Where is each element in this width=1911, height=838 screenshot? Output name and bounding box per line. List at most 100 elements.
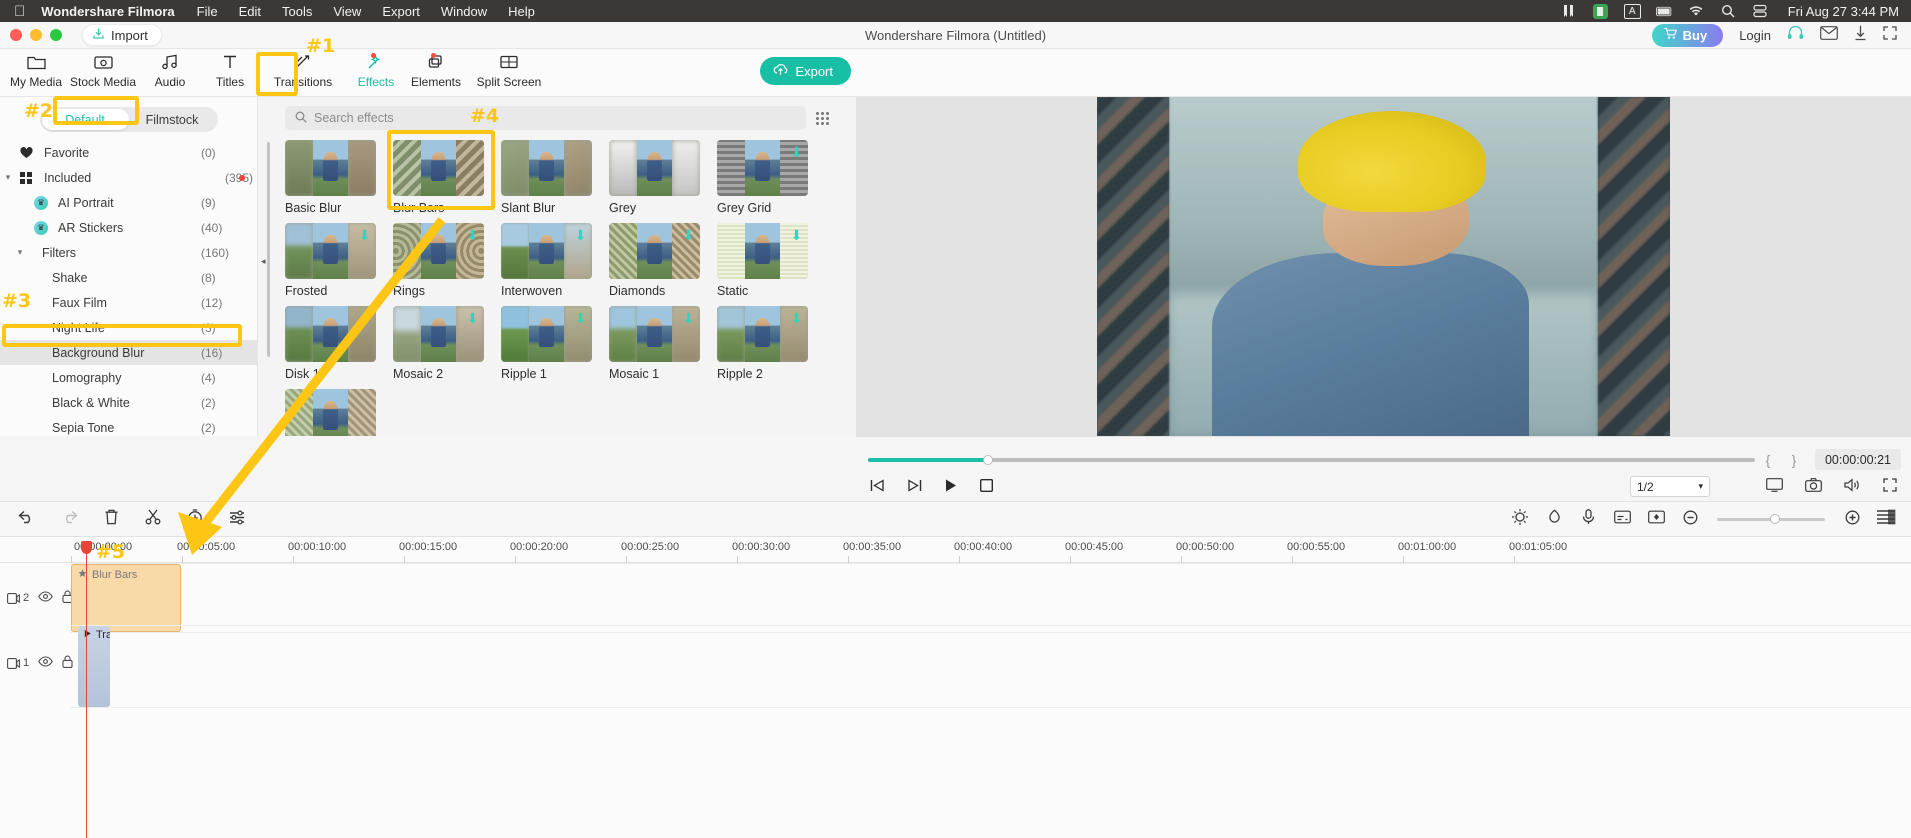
buy-button[interactable]: Buy [1651,23,1724,47]
snapshot-screen-icon[interactable] [1766,478,1783,495]
sidebar-item-lomography[interactable]: Lomography (4) [0,365,257,390]
tab-audio[interactable]: Audio [140,49,200,89]
download-icon[interactable]: ⬇ [358,228,371,243]
search-icon[interactable] [1720,4,1737,19]
segment-filmstock[interactable]: Filmstock [129,109,216,130]
effect-card-frosted[interactable]: ⬇ Frosted [285,223,379,298]
mark-out-button[interactable]: } [1781,452,1807,468]
playback-progress-handle[interactable] [982,454,993,465]
timeline-video-clip[interactable]: Tra [78,626,110,707]
redo-icon[interactable] [48,510,90,528]
effects-panel-scrollbar[interactable] [267,142,270,357]
mail-icon[interactable] [1820,25,1838,45]
timeline-playhead-handle[interactable] [81,541,92,554]
mark-in-button[interactable]: { [1755,452,1781,468]
effect-card-blur-bars[interactable]: Blur Bars [393,140,487,215]
effect-card-slant-blur[interactable]: Slant Blur [501,140,595,215]
playback-progress-slider[interactable] [868,454,1755,465]
chevron-down-icon[interactable]: ▾ [0,172,16,183]
play-icon[interactable] [944,478,958,496]
minimize-window-button[interactable] [30,29,42,41]
grid-layout-icon[interactable] [816,111,829,125]
record-voice-icon[interactable] [1571,509,1605,529]
eye-icon[interactable] [38,591,53,605]
camera-icon[interactable] [1805,478,1822,495]
track-settings-icon[interactable] [1869,509,1903,529]
download-icon[interactable]: ⬇ [358,311,371,326]
preview-video[interactable] [1097,97,1670,436]
sidebar-item-filters[interactable]: ▾ Filters (160) [0,240,257,265]
timeline-zoom-slider[interactable] [1717,514,1825,524]
menu-view[interactable]: View [333,4,361,19]
effect-card-diamonds[interactable]: ⬇ Diamonds [609,223,703,298]
sidebar-item-included[interactable]: ▾ Included (395) [0,165,257,190]
sidebar-item-night-life[interactable]: Night Life (3) [0,315,257,340]
volume-icon[interactable] [1844,478,1861,495]
effect-card-ripple-2[interactable]: ⬇ Ripple 2 [717,306,811,381]
segment-default[interactable]: Default [41,109,129,130]
download-icon[interactable]: ⬇ [790,311,803,326]
delete-icon[interactable] [90,509,132,529]
tab-my-media[interactable]: My Media [6,49,66,89]
crop-icon[interactable] [1537,509,1571,529]
menu-file[interactable]: File [197,4,218,19]
chevron-down-icon[interactable]: ▾ [12,247,28,258]
download-icon[interactable]: ⬇ [682,228,695,243]
zoom-out-icon[interactable] [1673,510,1707,529]
sidebar-item-favorite[interactable]: Favorite (0) [0,140,257,165]
zoom-in-icon[interactable] [1835,510,1869,529]
close-window-button[interactable] [10,29,22,41]
effect-card-grey[interactable]: Grey [609,140,703,215]
speed-icon[interactable] [174,509,216,529]
player-timecode[interactable]: 00:00:00:21 [1814,449,1901,470]
input-source-icon[interactable]: A [1623,3,1641,19]
login-link[interactable]: Login [1739,28,1771,43]
control-center-icon[interactable] [1752,4,1769,19]
next-frame-icon[interactable] [907,478,922,495]
sidebar-item-black-and-white[interactable]: Black & White (2) [0,390,257,415]
import-button[interactable]: Import [82,24,162,46]
timeline-zoom-handle[interactable] [1770,514,1781,524]
effect-card-ripple-1[interactable]: ⬇ Ripple 1 [501,306,595,381]
keyframe-icon[interactable] [1639,510,1673,528]
effect-card-grey-grid[interactable]: ⬇ Grey Grid [717,140,811,215]
menu-window[interactable]: Window [441,4,487,19]
menu-tools[interactable]: Tools [282,4,312,19]
download-icon[interactable] [1854,25,1867,46]
sidebar-item-background-blur[interactable]: Background Blur (16) [0,340,257,365]
menu-export[interactable]: Export [382,4,420,19]
timeline-effect-clip[interactable]: Blur Bars [71,564,181,632]
download-icon[interactable]: ⬇ [790,228,803,243]
stop-icon[interactable] [979,478,994,495]
prev-frame-icon[interactable] [870,478,885,495]
timeline-playhead-line[interactable] [81,541,92,838]
color-match-icon[interactable] [1503,509,1537,529]
battery-icon[interactable] [1655,4,1673,19]
effect-card-basic-blur[interactable]: Basic Blur [285,140,379,215]
search-input[interactable]: Search effects [285,106,806,130]
download-icon[interactable]: ⬇ [574,228,587,243]
effect-card-interwoven[interactable]: ⬇ Interwoven [501,223,595,298]
tab-titles[interactable]: Titles [200,49,260,89]
download-icon[interactable]: ⬇ [790,145,803,160]
sidebar-item-ai-portrait[interactable]: ♛ AI Portrait (9) [0,190,257,215]
maximize-window-button[interactable] [50,29,62,41]
track-row-2[interactable]: Blur Bars [70,563,1911,633]
tab-transitions[interactable]: Transitions [260,49,346,89]
download-icon[interactable]: ⬇ [682,311,695,326]
tab-elements[interactable]: Elements [406,49,466,89]
effect-card-mosaic-2[interactable]: ⬇ Mosaic 2 [393,306,487,381]
download-icon[interactable]: ⬇ [466,311,479,326]
track-row-1[interactable]: Tra [70,625,1911,708]
sidebar-item-sepia-tone[interactable]: Sepia Tone (2) [0,415,257,436]
tab-split-screen[interactable]: Split Screen [466,49,552,89]
effect-card-rings[interactable]: ⬇ Rings [393,223,487,298]
fullscreen-icon[interactable] [1883,25,1897,45]
adjust-icon[interactable] [216,509,258,529]
menu-help[interactable]: Help [508,4,535,19]
expand-icon[interactable] [1883,478,1897,495]
subtitle-icon[interactable] [1605,510,1639,528]
download-icon[interactable]: ⬇ [574,311,587,326]
sidebar-item-shake[interactable]: Shake (8) [0,265,257,290]
macos-app-name[interactable]: Wondershare Filmora [41,4,174,19]
